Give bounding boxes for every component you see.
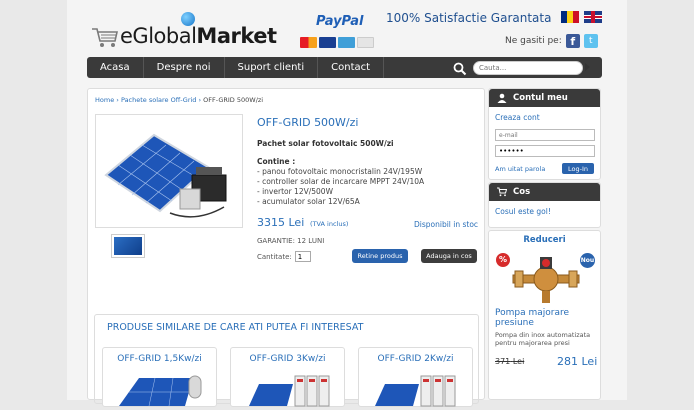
facebook-icon[interactable]: f — [565, 34, 580, 48]
cart-icon — [497, 187, 507, 197]
list-item: - panou fotovoltaic monocristalin 24V/19… — [257, 167, 423, 176]
list-item: - acumulator solar 12V/65A — [257, 197, 360, 206]
pump-image[interactable] — [511, 255, 581, 305]
quantity-row: Cantitate: — [257, 251, 311, 262]
quantity-input[interactable] — [294, 251, 311, 262]
contents-list: - panou fotovoltaic monocristalin 24V/19… — [257, 167, 424, 207]
create-account-link[interactable]: Creaza cont — [495, 113, 540, 122]
search-go-icon[interactable] — [585, 63, 590, 71]
similar-products-title: PRODUSE SIMILARE DE CARE ATI PUTEA FI IN… — [107, 322, 364, 333]
breadcrumb-current: OFF-GRID 500W/zi — [203, 96, 264, 104]
list-item: - controller solar de incarcare MPPT 24V… — [257, 177, 425, 186]
mastercard-icon — [300, 37, 317, 48]
list-item: - invertor 12V/500W — [257, 187, 333, 196]
globe-icon — [181, 12, 195, 26]
amex-icon — [338, 37, 355, 48]
password-field[interactable] — [495, 145, 595, 157]
similar-product-image — [119, 375, 202, 407]
paypal-logo: PayPal — [316, 14, 364, 29]
account-header: Contul meu — [489, 89, 600, 107]
nav-item-suport-clienti[interactable]: Suport clienti — [225, 57, 319, 78]
login-button[interactable]: Log-In — [562, 163, 594, 174]
old-price-value: 371 — [495, 357, 511, 366]
similar-product-title[interactable]: OFF-GRID 1,5Kw/zi — [103, 354, 216, 364]
offer-old-price: 371 Lei — [495, 357, 524, 366]
similar-product-image — [375, 375, 456, 407]
offer-product-name[interactable]: Pompa majorare presiune — [495, 308, 595, 328]
social-label: Ne gasiti pe: — [505, 36, 562, 46]
warranty-info: GARANTIE: 12 LUNI — [257, 237, 325, 245]
romanian-flag-icon[interactable] — [561, 11, 579, 23]
similar-product-title[interactable]: OFF-GRID 3Kw/zi — [231, 354, 344, 364]
cart-header: Cos — [489, 183, 600, 201]
site-logo[interactable]: eGlobal Market — [91, 12, 277, 48]
vat-note: (TVA inclus) — [310, 220, 349, 228]
similar-product-card[interactable]: OFF-GRID 3Kw/zi — [230, 347, 345, 407]
similar-products: PRODUSE SIMILARE DE CARE ATI PUTEA FI IN… — [94, 314, 479, 407]
nav-item-acasa[interactable]: Acasa — [87, 57, 144, 78]
discover-icon — [357, 37, 374, 48]
stock-status: Disponibil in stoc — [414, 220, 479, 229]
search-icon[interactable] — [453, 61, 467, 75]
discount-badge: % — [496, 253, 510, 267]
breadcrumb: Home › Pachete solare Off-Grid › OFF-GRI… — [95, 96, 264, 104]
product-subtitle: Pachet solar fotovoltaic 500W/zi — [257, 139, 394, 148]
new-badge: Nou — [580, 253, 595, 268]
account-box: Contul meu Creaza cont Am uitat parola L… — [488, 88, 601, 180]
cart-empty-text: Cosul este gol! — [495, 207, 551, 216]
cart-box: Cos Cosul este gol! — [488, 182, 601, 228]
social-links: Ne gasiti pe: f t — [505, 34, 598, 48]
visa-icon — [319, 37, 336, 48]
offer-new-price: 281 Lei — [557, 355, 598, 368]
twitter-icon[interactable]: t — [583, 34, 598, 48]
logo-text-part1: eGlobal — [120, 24, 197, 48]
payment-cards — [300, 37, 374, 48]
breadcrumb-home[interactable]: Home — [95, 96, 114, 104]
nav-item-contact[interactable]: Contact — [318, 57, 385, 78]
reserve-product-button[interactable]: Retine produs — [352, 249, 408, 263]
user-icon — [497, 93, 507, 103]
logo-text-part2: Market — [196, 24, 277, 48]
old-price-unit: Lei — [512, 357, 525, 366]
product-title: OFF-GRID 500W/zi — [257, 116, 359, 129]
product-panel: Home › Pachete solare Off-Grid › OFF-GRI… — [87, 88, 485, 407]
product-main-image[interactable] — [95, 114, 243, 228]
account-title: Contul meu — [513, 93, 568, 103]
email-field[interactable] — [495, 129, 595, 141]
search-input[interactable] — [473, 60, 583, 75]
similar-product-image — [249, 375, 330, 407]
cart-title: Cos — [513, 187, 531, 197]
language-flags — [561, 11, 602, 23]
offer-product-desc: Pompa din inox automatizata pentru major… — [495, 331, 591, 347]
offers-box: Reduceri % Nou Pompa majorare presiune P… — [488, 230, 601, 400]
breadcrumb-category[interactable]: Pachete solare Off-Grid — [121, 96, 196, 104]
contents-label: Contine : — [257, 157, 296, 166]
satisfaction-guarantee: 100% Satisfactie Garantata — [386, 11, 552, 25]
similar-product-card[interactable]: OFF-GRID 2Kw/zi — [358, 347, 473, 407]
similar-product-title[interactable]: OFF-GRID 2Kw/zi — [359, 354, 472, 364]
offers-title: Reduceri — [523, 235, 566, 245]
similar-product-card[interactable]: OFF-GRID 1,5Kw/zi — [102, 347, 217, 407]
quantity-label: Cantitate: — [257, 252, 292, 261]
product-thumbnail[interactable] — [111, 234, 145, 258]
search-bar — [453, 60, 592, 75]
nav-item-despre-noi[interactable]: Despre noi — [144, 57, 225, 78]
add-to-cart-button[interactable]: Adauga in cos — [421, 249, 477, 263]
product-price: 3315 Lei — [257, 216, 305, 229]
english-flag-icon[interactable] — [584, 11, 602, 23]
cart-logo-icon — [91, 26, 119, 48]
forgot-password-link[interactable]: Am uitat parola — [495, 165, 545, 173]
